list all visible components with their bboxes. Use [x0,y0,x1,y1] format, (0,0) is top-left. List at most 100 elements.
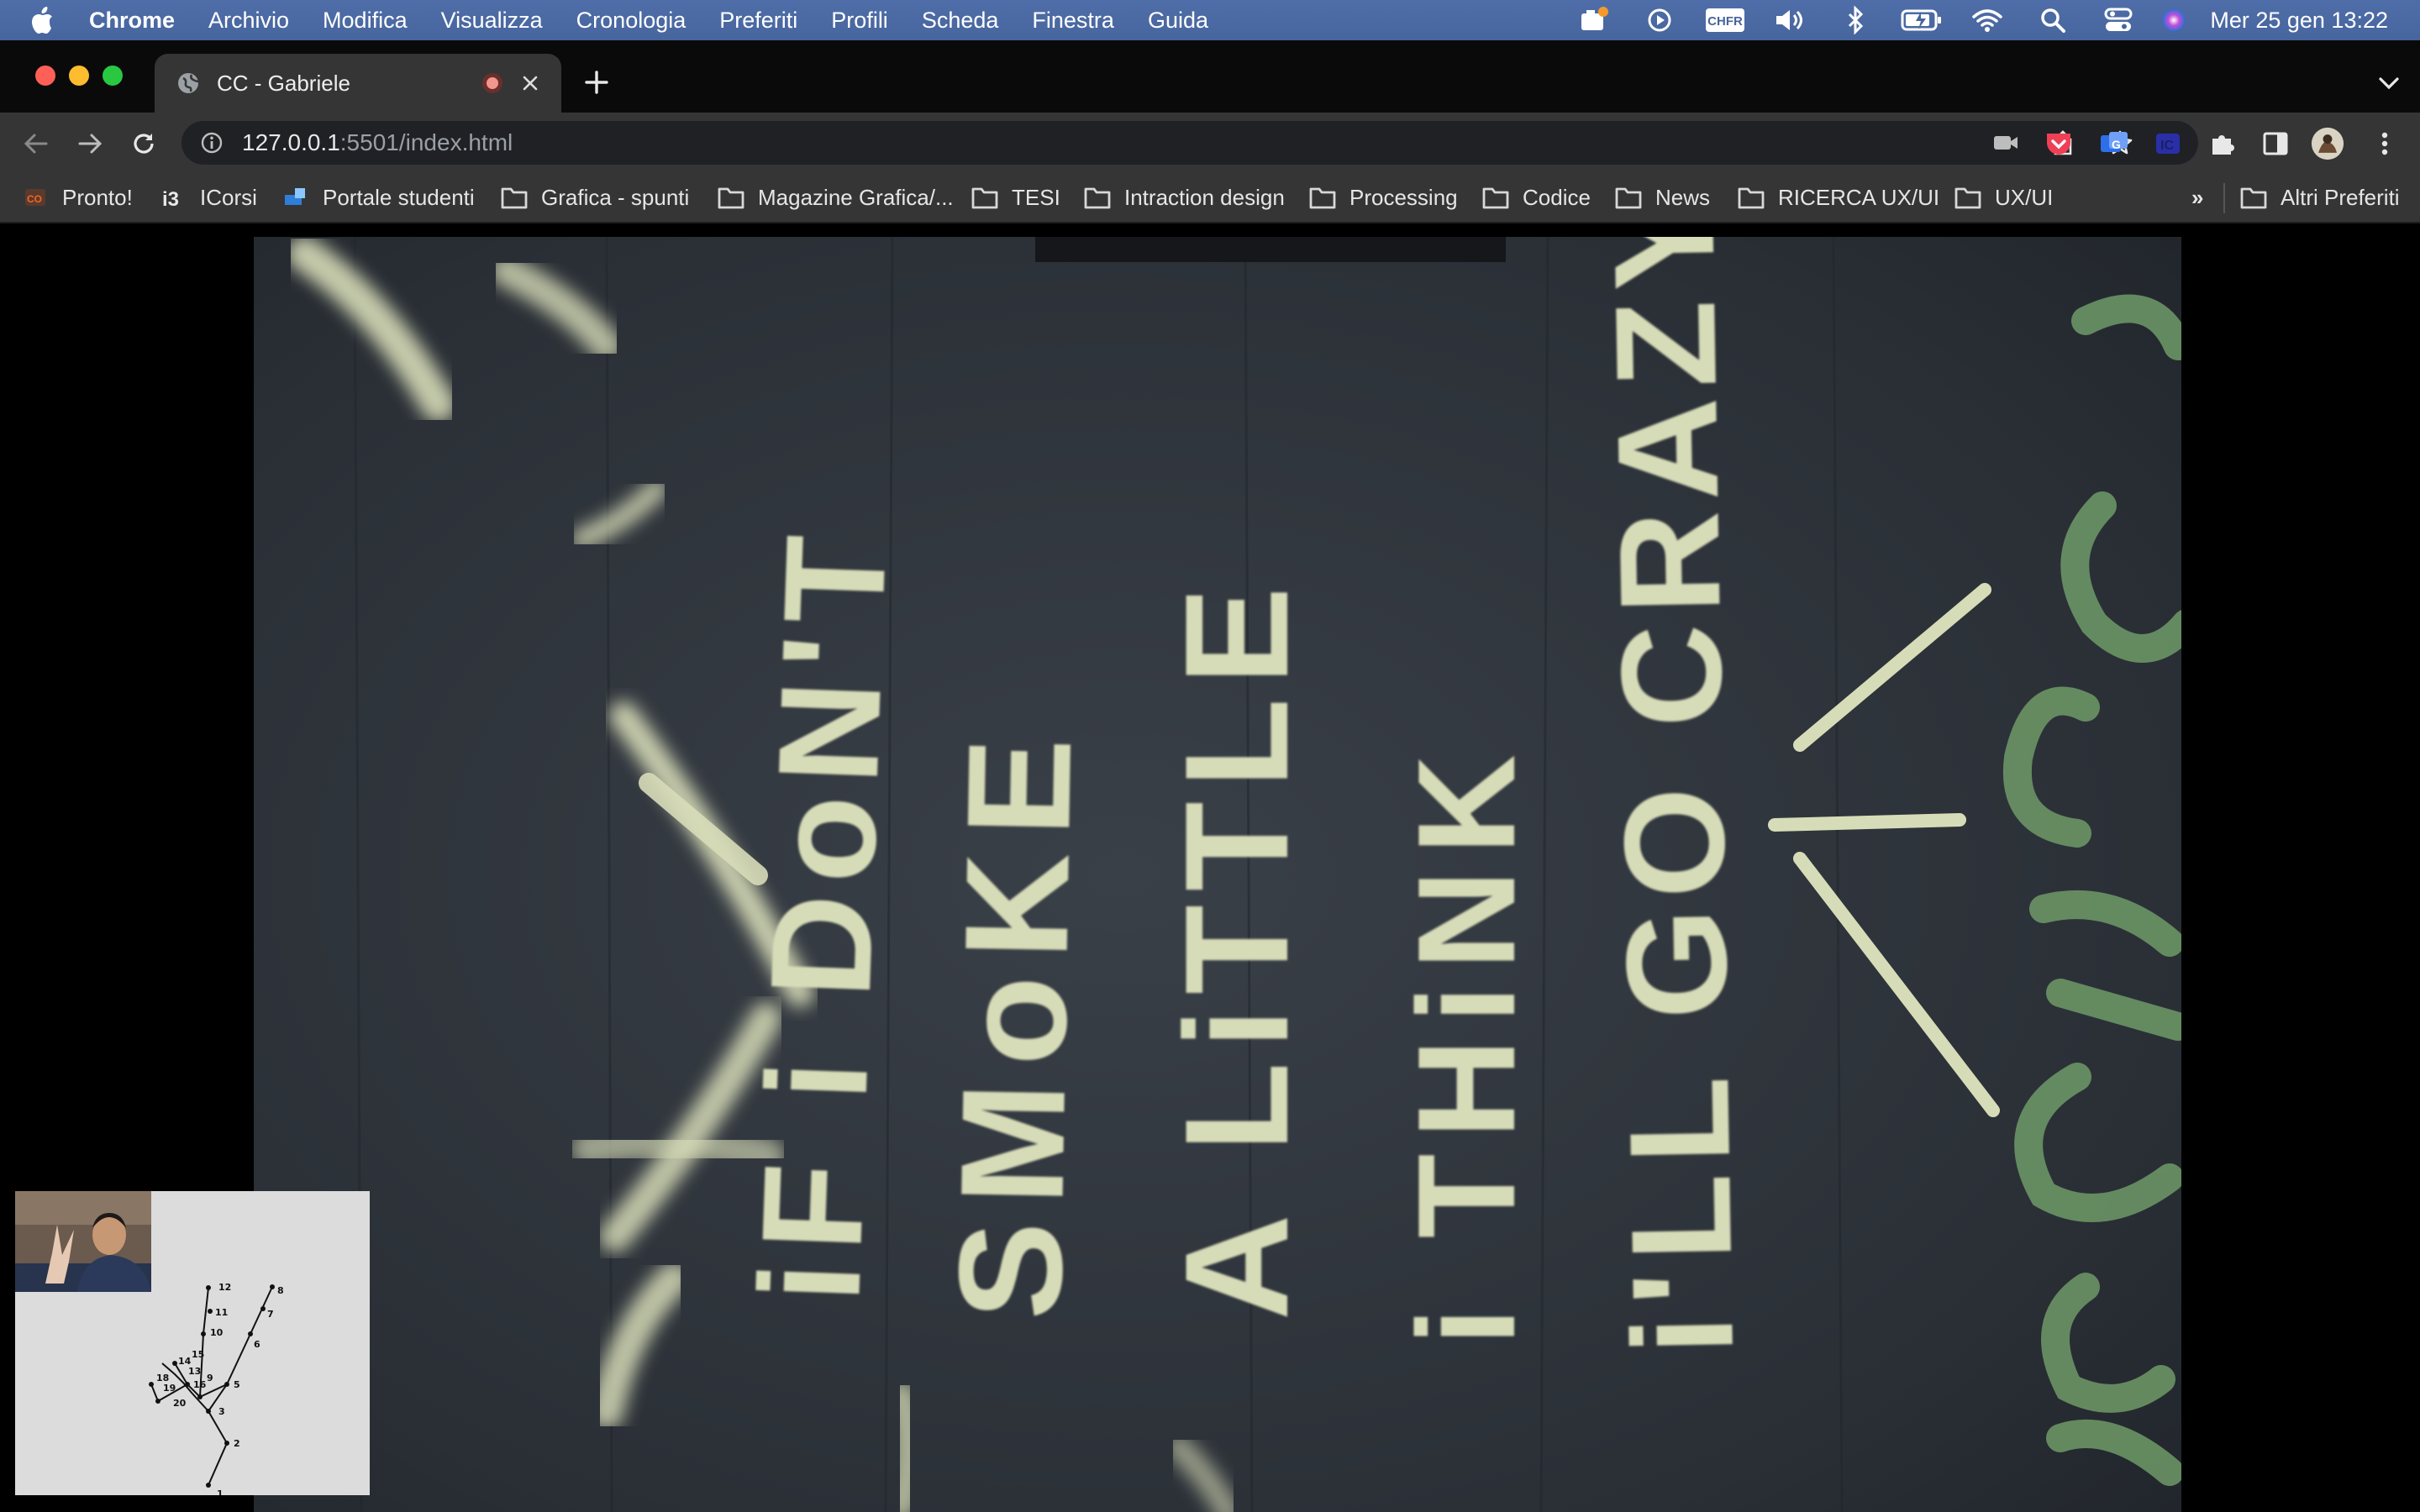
svg-text:G: G [2112,138,2121,151]
battery-icon[interactable] [1889,0,1954,40]
bookmarks-divider [2223,183,2225,213]
forward-arrow-icon[interactable] [74,128,106,160]
menu-archivio[interactable]: Archivio [192,8,306,34]
bookmark-folder-codice[interactable]: Codice [1482,173,1591,222]
icorsi-favicon: i3 [160,184,187,211]
landmark-label: 7 [267,1309,274,1320]
menu-guida[interactable]: Guida [1131,8,1225,34]
landmark-label: 13 [188,1366,201,1377]
bookmark-label: Processing [1349,184,1458,210]
apple-menu-icon[interactable] [30,7,55,34]
hand-landmarks: 1 2 3 5 6 7 8 9 10 11 12 13 14 15 16 18 … [149,1282,284,1495]
menubar-clock[interactable]: Mer 25 gen 13:22 [2196,8,2420,34]
bookmark-folder-tesi[interactable]: TESI [971,173,1060,222]
chevron-down-icon[interactable] [2376,71,2402,96]
close-window-button[interactable] [35,66,55,86]
browser-tab-strip: CC - Gabriele [0,40,2420,113]
reload-icon[interactable] [128,128,160,160]
svg-text:IC: IC [2160,139,2174,153]
landmark-label: 12 [218,1282,231,1293]
landmark-label: 11 [215,1307,228,1318]
folder-icon [2240,184,2267,211]
bookmark-folder-news[interactable]: News [1615,173,1710,222]
tab-title: CC - Gabriele [217,70,350,96]
bookmark-folder-magazine-grafica[interactable]: Magazine Grafica/... [718,173,954,222]
pocket-extension-icon[interactable] [2042,127,2075,160]
control-center-icon[interactable] [2086,0,2151,40]
menu-finestra[interactable]: Finestra [1015,8,1131,34]
folder-icon [1482,184,1509,211]
folder-icon [1738,184,1765,211]
menu-app-name[interactable]: Chrome [81,8,192,34]
translate-extension-icon[interactable]: G [2097,127,2131,160]
puzzle-extensions-icon[interactable] [2205,127,2238,160]
new-tab-icon[interactable] [581,67,612,97]
menu-visualizza[interactable]: Visualizza [424,8,560,34]
bookmark-label: Portale studenti [323,184,475,210]
landmark-label: 5 [234,1379,240,1390]
bookmark-folder-processing[interactable]: Processing [1309,173,1458,222]
bookmark-portale-studenti[interactable]: Portale studenti [282,173,475,222]
menu-profili[interactable]: Profili [814,8,905,34]
bookmark-folder-ux-ui[interactable]: UX/UI [1954,173,2053,222]
menu-scheda[interactable]: Scheda [905,8,1016,34]
svg-text:CO: CO [27,193,42,205]
landmark-label: 2 [234,1438,240,1449]
bookmark-label: ICorsi [200,184,257,210]
maximize-window-button[interactable] [103,66,123,86]
graffiti-photo-canvas: iF i DoN'T SMoKE A LiTTLE i THiNK i'LL G… [254,237,2181,1512]
macos-menu-bar: Chrome Archivio Modifica Visualizza Cron… [0,0,2420,40]
browser-toolbar: 127.0.0.1:5501/index.html G IC [0,113,2420,173]
minimize-window-button[interactable] [69,66,89,86]
more-menu-icon[interactable] [2368,127,2402,160]
landmark-label: 15 [192,1349,204,1360]
camera-icon[interactable] [1991,129,2020,157]
bookmark-pronto[interactable]: CO Pronto! [22,173,133,222]
folder-icon [718,184,744,211]
side-panel-icon[interactable] [2259,127,2292,160]
bookmark-label: News [1655,184,1711,210]
spotlight-icon[interactable] [2020,0,2086,40]
page-viewport: iF i DoN'T SMoKE A LiTTLE i THiNK i'LL G… [0,225,2420,1512]
landmark-label: 3 [218,1406,225,1417]
landmark-label: 16 [193,1379,207,1390]
wifi-icon[interactable] [1954,0,2020,40]
menu-modifica[interactable]: Modifica [306,8,424,34]
landmark-label: 20 [173,1398,187,1409]
back-arrow-icon[interactable] [20,128,52,160]
close-tab-icon[interactable] [516,69,544,97]
recording-icon [482,73,502,93]
landmark-label: 8 [277,1285,284,1296]
siri-icon[interactable] [2151,0,2196,40]
bluetooth-icon[interactable] [1823,0,1889,40]
folder-icon [1615,184,1642,211]
url-text: 127.0.0.1:5501/index.html [242,129,513,156]
play-icon[interactable] [1627,0,1692,40]
info-icon[interactable] [200,131,224,155]
folder-icon [1309,184,1336,211]
graffiti-photo: iF i DoN'T SMoKE A LiTTLE i THiNK i'LL G… [254,237,2181,1512]
bookmark-folder-intraction-design[interactable]: Intraction design [1084,173,1285,222]
bookmarks-bar: CO Pronto! i3 ICorsi Portale studenti Gr… [0,173,2420,223]
menu-preferiti[interactable]: Preferiti [702,8,814,34]
menu-cronologia[interactable]: Cronologia [560,8,703,34]
input-source-label: CHFR [1708,14,1744,29]
bookmark-label: Intraction design [1124,184,1285,210]
notification-icon[interactable] [1561,0,1627,40]
profile-avatar[interactable] [2311,127,2344,160]
bookmark-folder-grafica-spunti[interactable]: Grafica - spunti [501,173,689,222]
landmark-label: 14 [178,1356,192,1367]
bookmark-label: Codice [1523,184,1591,210]
bookmark-folder-ricerca-ux-ui[interactable]: RICERCA UX/UI [1738,173,1939,222]
bookmark-folder-altri-preferiti[interactable]: Altri Preferiti [2240,173,2400,222]
bookmark-icorsi[interactable]: i3 ICorsi [160,173,257,222]
address-bar[interactable]: 127.0.0.1:5501/index.html [182,121,2198,165]
extension-icon[interactable]: IC [2151,127,2185,160]
bookmarks-overflow-button[interactable]: » [2191,173,2203,222]
url-path: :5501/index.html [339,129,513,155]
input-source-icon[interactable]: CHFR [1692,0,1758,40]
volume-icon[interactable] [1758,0,1823,40]
tab-active[interactable]: CC - Gabriele [155,54,561,113]
bookmark-label: Magazine Grafica/... [758,184,954,210]
graffiti-line-5: i'LL GO CRAZY [1584,237,1764,1357]
